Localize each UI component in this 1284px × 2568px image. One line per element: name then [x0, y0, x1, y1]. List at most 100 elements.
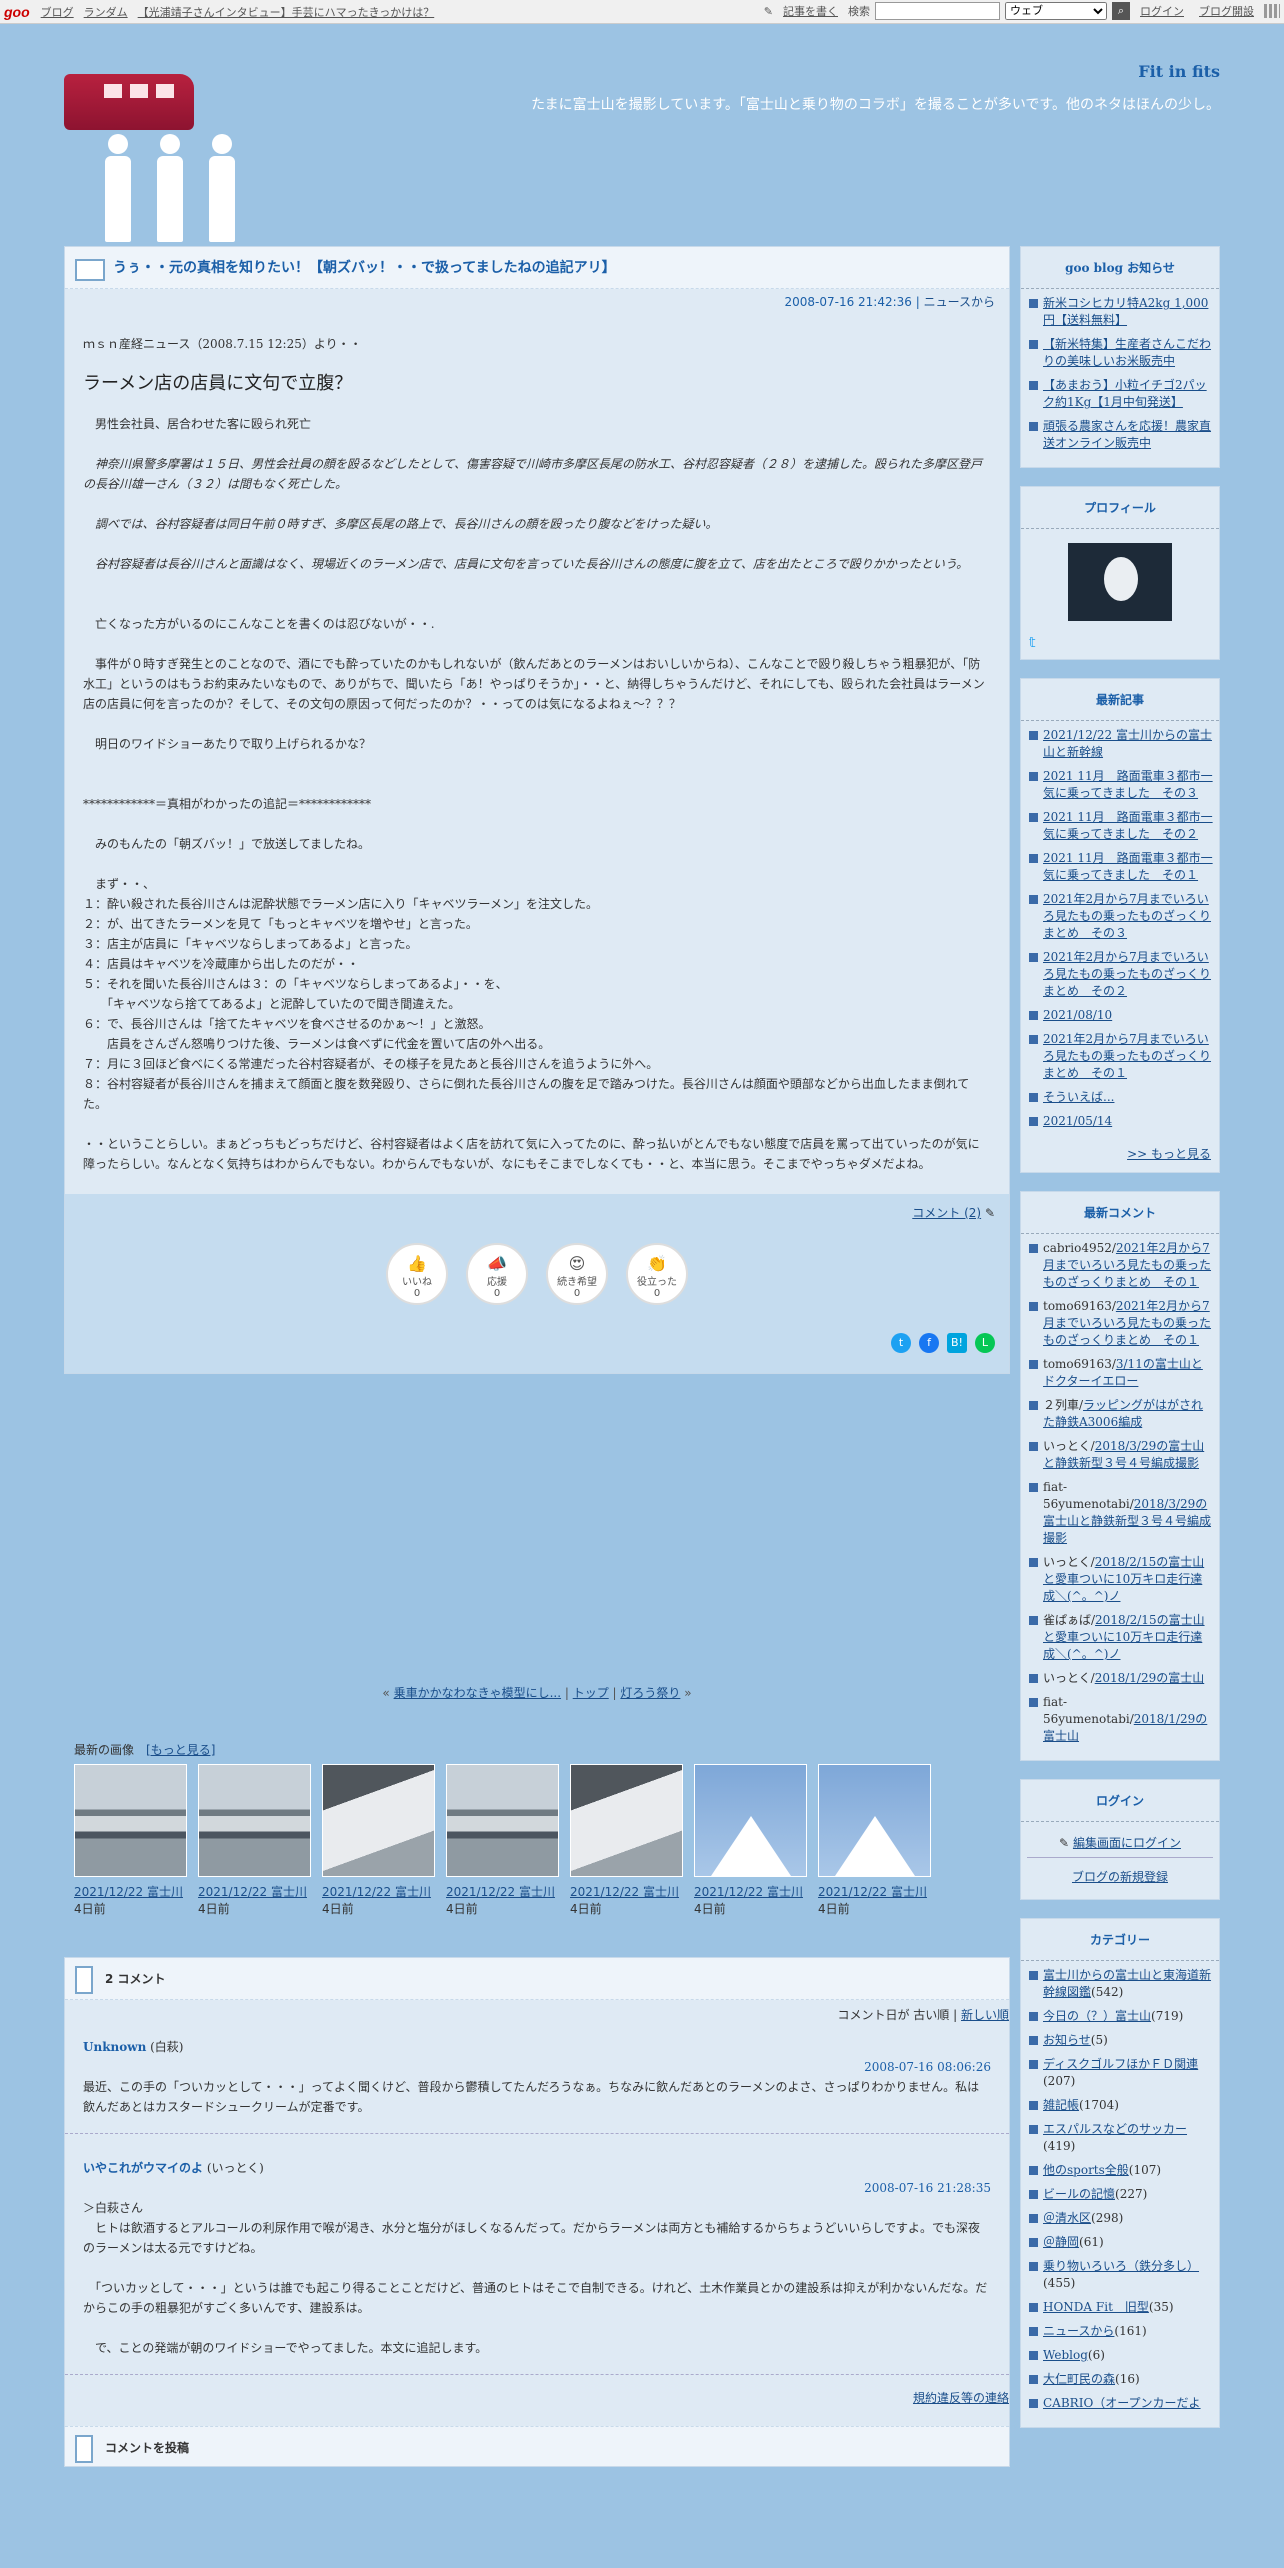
random-link[interactable]: ランダム — [84, 4, 128, 20]
notice-link[interactable]: 【新米特集】生産者さんこだわりの美味しいお米販売中 — [1043, 337, 1211, 368]
recent-entry-link[interactable]: 2021年2月から7月までいろいろ見たもの乗ったものざっくりまとめ その２ — [1043, 950, 1211, 998]
recent-entry-link[interactable]: 2021/12/22 富士川からの富士山と新幹線 — [1043, 728, 1212, 759]
comment-author[interactable]: Unknown — [83, 2040, 146, 2054]
category-link[interactable]: 雑記帳 — [1043, 2098, 1079, 2112]
recent-entry-link[interactable]: 2021 11月 路面電車３都市一気に乗ってきました その２ — [1043, 810, 1213, 841]
image-title-link[interactable]: 2021/12/22 富士川 — [446, 1883, 559, 1900]
recent-entry-link[interactable]: 2021/05/14 — [1043, 1114, 1112, 1128]
category-link[interactable]: ニュースから — [1043, 2324, 1114, 2338]
category-link[interactable]: お知らせ — [1043, 2033, 1091, 2047]
image-title-link[interactable]: 2021/12/22 富士川 — [570, 1883, 683, 1900]
reaction-like-button[interactable]: 👍 いいね 0 — [386, 1243, 448, 1305]
image-title-link[interactable]: 2021/12/22 富士川 — [74, 1883, 187, 1900]
image-card: 2021/12/22 富士川 4日前 — [818, 1764, 931, 1917]
goo-logo[interactable]: goo — [4, 4, 30, 20]
image-thumbnail[interactable] — [322, 1764, 435, 1877]
category-link[interactable]: ビールの記憶 — [1043, 2187, 1115, 2201]
category-link[interactable]: ＠清水区 — [1043, 2211, 1091, 2225]
sort-new-link[interactable]: 新しい順 — [961, 2008, 1009, 2022]
recent-comment-author: いっとく/ — [1043, 1555, 1095, 1569]
recent-comment-item: 雀ぱぁば/2018/2/15の富士山と愛車ついに10万キロ走行達成＼(^。^)ノ — [1027, 1612, 1213, 1663]
comment-link[interactable]: コメント (2) — [912, 1206, 981, 1220]
next-entry-link[interactable]: 灯ろう祭り — [620, 1686, 680, 1700]
image-thumbnail[interactable] — [446, 1764, 559, 1877]
category-link[interactable]: 今日の（？）富士山 — [1043, 2009, 1151, 2023]
comment-text: ヒトは飲酒するとアルコールの利尿作用で喉が渇き、水分と塩分がほしくなるんだって。… — [83, 2221, 981, 2255]
avatar[interactable] — [1068, 543, 1172, 621]
hatena-share-icon[interactable]: B! — [947, 1333, 967, 1353]
entry-title[interactable]: うぅ・・元の真相を知りたい！【朝ズバッ！・・で扱ってましたねの追記アリ】 — [113, 260, 616, 276]
category-link[interactable]: CABRIO（オープンカーだよ — [1043, 2396, 1201, 2410]
recent-entry-link[interactable]: 2021/08/10 — [1043, 1008, 1112, 1022]
recent-entry-link[interactable]: そういえば... — [1043, 1090, 1114, 1104]
widget-title: goo blog お知らせ — [1021, 247, 1219, 289]
search-scope-select[interactable]: ウェブ — [1005, 2, 1107, 20]
recent-entry-link[interactable]: 2021 11月 路面電車３都市一気に乗ってきました その１ — [1043, 851, 1213, 882]
open-blog-link[interactable]: ブログ開設 — [1199, 3, 1254, 19]
interview-link[interactable]: 【光浦靖子さんインタビュー】手芸にハマったきっかけは？ — [138, 4, 435, 20]
top-link[interactable]: トップ — [573, 1686, 609, 1700]
recent-comment-link[interactable]: 2018/1/29の富士山 — [1095, 1671, 1205, 1685]
search-button[interactable]: ⌕ — [1112, 2, 1130, 20]
recent-entry-link[interactable]: 2021年2月から7月までいろいろ見たもの乗ったものざっくりまとめ その３ — [1043, 892, 1211, 940]
image-thumbnail[interactable] — [570, 1764, 683, 1877]
image-title-link[interactable]: 2021/12/22 富士川 — [818, 1883, 931, 1900]
facebook-share-icon[interactable]: f — [919, 1333, 939, 1353]
image-title-link[interactable]: 2021/12/22 富士川 — [198, 1883, 311, 1900]
image-thumbnail[interactable] — [694, 1764, 807, 1877]
category-item: HONDA Fit 旧型(35) — [1027, 2299, 1213, 2316]
reaction-more-button[interactable]: 😍 続き希望 0 — [546, 1243, 608, 1305]
body-paragraph: 男性会社員、居合わせた客に殴られ死亡 — [83, 417, 312, 431]
sort-old[interactable]: 古い順 — [913, 2008, 949, 2022]
person-illustration — [104, 134, 132, 244]
comment-author[interactable]: いやこれがウマイのよ — [83, 2161, 203, 2175]
person-illustration — [208, 134, 236, 244]
reaction-helpful-button[interactable]: 👏 役立った 0 — [626, 1243, 688, 1305]
body-paragraph: 明日のワイドショーあたりで取り上げられるかな？ — [83, 737, 372, 751]
more-entries-link[interactable]: >> もっと見る — [1127, 1147, 1211, 1161]
register-link[interactable]: ブログの新規登録 — [1072, 1870, 1168, 1884]
image-thumbnail[interactable] — [198, 1764, 311, 1877]
category-link[interactable]: 大仁町民の森 — [1043, 2372, 1115, 2386]
report-link[interactable]: 規約違反等の連絡 — [913, 2391, 1009, 2405]
login-link[interactable]: ログイン — [1140, 3, 1184, 19]
image-title-link[interactable]: 2021/12/22 富士川 — [694, 1883, 807, 1900]
comments-header: 2 コメント — [65, 1958, 1009, 2000]
image-thumbnail[interactable] — [818, 1764, 931, 1877]
category-item: 大仁町民の森(16) — [1027, 2371, 1213, 2388]
category-link[interactable]: 他のsports全般 — [1043, 2163, 1129, 2177]
category-link[interactable]: ディスクゴルフほかＦＤ関連 — [1043, 2057, 1198, 2071]
write-article-link[interactable]: 記事を書く — [783, 3, 838, 19]
recent-entry-link[interactable]: 2021 11月 路面電車３都市一気に乗ってきました その３ — [1043, 769, 1213, 800]
recent-entry-item: 2021年2月から7月までいろいろ見たもの乗ったものざっくりまとめ その３ — [1027, 891, 1213, 942]
image-thumbnail[interactable] — [74, 1764, 187, 1877]
notice-link[interactable]: 新米コシヒカリ特A2kg 1,000円【送料無料】 — [1043, 296, 1208, 327]
twitter-icon[interactable]: 𝕥 — [1021, 635, 1219, 659]
search-input[interactable] — [875, 2, 1000, 20]
recent-entry-link[interactable]: 2021年2月から7月までいろいろ見たもの乗ったものざっくりまとめ その１ — [1043, 1032, 1211, 1080]
category-link[interactable]: 乗り物いろいろ（鉄分多し） — [1043, 2259, 1199, 2273]
image-title-link[interactable]: 2021/12/22 富士川 — [322, 1883, 435, 1900]
notice-link[interactable]: 【あまおう】小粒イチゴ2パック約1Kg【1月中旬発送】 — [1043, 378, 1207, 409]
category-link[interactable]: 富士川からの富士山と東海道新幹線図鑑 — [1043, 1968, 1211, 1999]
category-link[interactable]: ＠静岡 — [1043, 2235, 1079, 2249]
prev-entry-link[interactable]: 乗車かかなわなきゃ模型にし... — [394, 1686, 561, 1700]
reaction-cheer-button[interactable]: 📣 応援 0 — [466, 1243, 528, 1305]
edit-pencil-icon[interactable]: ✎ — [985, 1206, 995, 1220]
grid-menu-icon[interactable] — [1264, 4, 1280, 18]
edit-login-link[interactable]: 編集画面にログイン — [1073, 1836, 1181, 1850]
blog-title[interactable]: Fit in fits — [1138, 62, 1220, 81]
twitter-share-icon[interactable]: t — [891, 1333, 911, 1353]
line-share-icon[interactable]: L — [975, 1333, 995, 1353]
blog-link[interactable]: ブログ — [41, 4, 74, 20]
category-link[interactable]: エスパルスなどのサッカー — [1043, 2122, 1187, 2136]
recent-comment-author: tomo69163/ — [1043, 1357, 1116, 1371]
category-item: Weblog(6) — [1027, 2347, 1213, 2364]
category-link[interactable]: HONDA Fit 旧型 — [1043, 2300, 1149, 2314]
entry-category-link[interactable]: ニュースから — [924, 295, 995, 309]
list-item: 店員をさんざん怒鳴りつけた後、ラーメンは食べずに代金を置いて店の外へ出る。 — [83, 1037, 551, 1051]
notice-link[interactable]: 頑張る農家さんを応援！農家直送オンライン販売中 — [1043, 419, 1211, 450]
category-link[interactable]: Weblog — [1043, 2348, 1088, 2362]
more-images-link[interactable]: [もっと見る] — [146, 1743, 215, 1757]
image-card: 2021/12/22 富士川 4日前 — [694, 1764, 807, 1917]
